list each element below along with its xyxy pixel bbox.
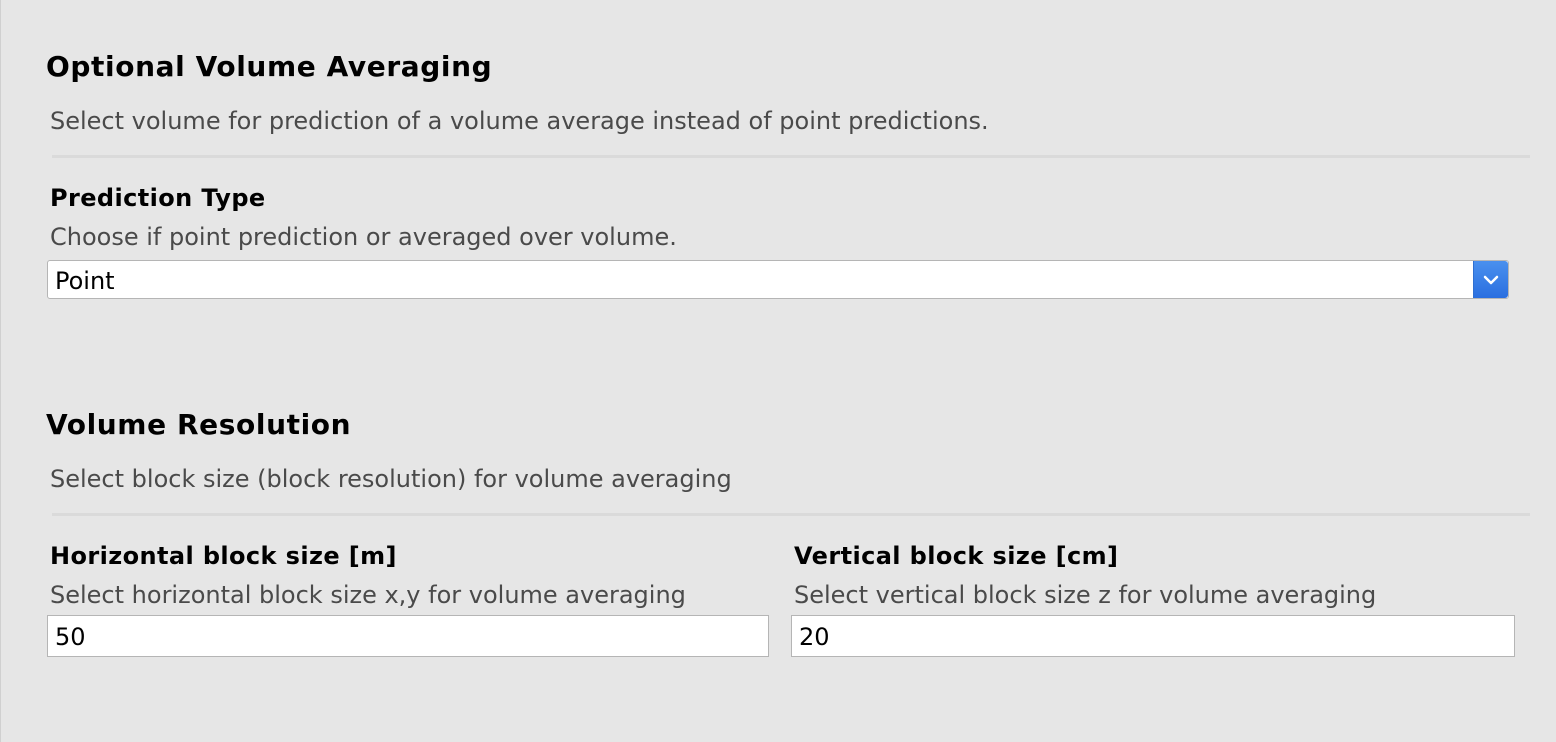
panel-left-edge: [0, 0, 1, 742]
vertical-block-size-value: 20: [799, 623, 830, 651]
chevron-down-icon: [1483, 275, 1499, 284]
horizontal-block-size-description: Select horizontal block size x,y for vol…: [50, 581, 686, 609]
prediction-type-label: Prediction Type: [50, 184, 266, 212]
horizontal-block-size-label: Horizontal block size [m]: [50, 542, 397, 570]
vertical-block-size-input[interactable]: 20: [791, 615, 1515, 657]
section-title-volume-resolution: Volume Resolution: [46, 408, 352, 441]
divider: [52, 155, 1530, 158]
horizontal-block-size-value: 50: [55, 623, 86, 651]
dropdown-button[interactable]: [1473, 261, 1508, 298]
prediction-type-description: Choose if point prediction or averaged o…: [50, 223, 677, 251]
section-description-volume-averaging: Select volume for prediction of a volume…: [50, 107, 989, 135]
vertical-block-size-description: Select vertical block size z for volume …: [794, 581, 1377, 609]
prediction-type-select[interactable]: Point: [47, 260, 1509, 299]
prediction-type-selected-value: Point: [55, 267, 115, 295]
divider: [52, 513, 1530, 516]
horizontal-block-size-input[interactable]: 50: [47, 615, 769, 657]
vertical-block-size-label: Vertical block size [cm]: [794, 542, 1119, 570]
section-title-volume-averaging: Optional Volume Averaging: [46, 50, 493, 83]
section-description-volume-resolution: Select block size (block resolution) for…: [50, 465, 732, 493]
